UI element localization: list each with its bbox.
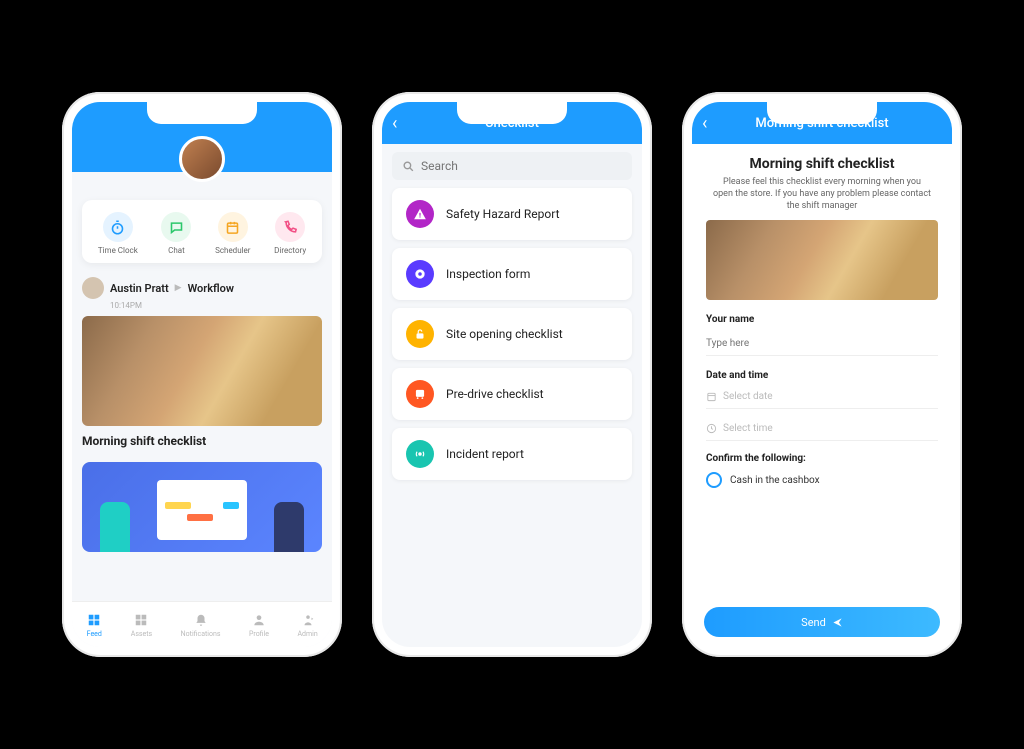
time-picker[interactable]: Select time [706, 419, 938, 441]
form-image [706, 220, 938, 300]
tab-label: Feed [86, 630, 102, 638]
search-input[interactable] [421, 159, 622, 173]
date-picker[interactable]: Select date [706, 387, 938, 409]
feed-screen: Time Clock Chat Scheduler Directory [72, 102, 332, 647]
user-icon [251, 612, 267, 628]
radio-cashbox[interactable] [706, 472, 722, 488]
post-target: Workflow [188, 282, 234, 295]
date-placeholder: Select date [723, 391, 773, 402]
confirm-label: Confirm the following: [706, 453, 938, 464]
post-author: Austin Pratt [110, 282, 169, 295]
tab-assets[interactable]: Assets [131, 612, 152, 638]
post-title: Morning shift checklist [82, 434, 322, 448]
feed-icon [86, 612, 102, 628]
notch [147, 100, 257, 124]
admin-icon [300, 612, 316, 628]
name-label: Your name [706, 314, 938, 325]
stopwatch-icon [103, 212, 133, 242]
checklist-item-incident[interactable]: Incident report [392, 428, 632, 480]
send-button[interactable]: Send [704, 607, 940, 637]
send-label: Send [801, 616, 826, 629]
post-image [82, 316, 322, 426]
form-body: Morning shift checklist Please feel this… [692, 144, 952, 647]
quick-label: Time Clock [98, 246, 138, 255]
item-label: Inspection form [446, 267, 530, 281]
notch [767, 100, 877, 124]
tab-admin[interactable]: Admin [297, 612, 317, 638]
confirm-item-label: Cash in the cashbox [730, 475, 820, 486]
quick-label: Chat [161, 246, 191, 255]
checklist-item-inspection[interactable]: Inspection form [392, 248, 632, 300]
tab-label: Assets [131, 630, 152, 638]
form-screen: ‹ Morning shift checklist Morning shift … [692, 102, 952, 647]
notch [457, 100, 567, 124]
lock-icon [406, 320, 434, 348]
quick-actions-card: Time Clock Chat Scheduler Directory [82, 200, 322, 263]
quick-chat[interactable]: Chat [161, 212, 191, 255]
illustration-person [274, 502, 304, 552]
phone-form: ‹ Morning shift checklist Morning shift … [682, 92, 962, 657]
tab-label: Notifications [181, 630, 221, 638]
bottom-tabbar: Feed Assets Notifications Profile Admin [72, 601, 332, 647]
back-button[interactable]: ‹ [702, 113, 707, 134]
warning-icon [406, 200, 434, 228]
calendar-icon [706, 391, 717, 402]
back-button[interactable]: ‹ [392, 113, 397, 134]
post-author-avatar [82, 277, 104, 299]
bus-icon [406, 380, 434, 408]
confirm-item: Cash in the cashbox [706, 472, 938, 488]
time-placeholder: Select time [723, 423, 773, 434]
tab-label: Admin [297, 630, 317, 638]
feed-illustration-card[interactable] [82, 462, 322, 552]
datetime-label: Date and time [706, 370, 938, 381]
quick-label: Scheduler [215, 246, 250, 255]
checklist-item-safety[interactable]: Safety Hazard Report [392, 188, 632, 240]
quick-directory[interactable]: Directory [274, 212, 306, 255]
form-title: Morning shift checklist [706, 156, 938, 172]
post-header: Austin Pratt ▶ Workflow [82, 277, 322, 299]
search-bar[interactable] [392, 152, 632, 180]
item-label: Incident report [446, 447, 524, 461]
search-icon [402, 160, 415, 173]
item-label: Safety Hazard Report [446, 207, 560, 221]
phone-feed: Time Clock Chat Scheduler Directory [62, 92, 342, 657]
avatar[interactable] [179, 136, 225, 182]
tab-notifications[interactable]: Notifications [181, 612, 221, 638]
quick-time-clock[interactable]: Time Clock [98, 212, 138, 255]
calendar-icon [218, 212, 248, 242]
clock-icon [706, 423, 717, 434]
phone-icon [275, 212, 305, 242]
tab-feed[interactable]: Feed [86, 612, 102, 638]
send-icon [832, 617, 843, 628]
tab-label: Profile [249, 630, 269, 638]
quick-scheduler[interactable]: Scheduler [215, 212, 250, 255]
grid-icon [133, 612, 149, 628]
bell-icon [193, 612, 209, 628]
chevron-right-icon: ▶ [175, 283, 182, 293]
item-label: Site opening checklist [446, 327, 563, 341]
eye-icon [406, 260, 434, 288]
item-label: Pre-drive checklist [446, 387, 544, 401]
tab-profile[interactable]: Profile [249, 612, 269, 638]
name-input[interactable] [706, 334, 938, 356]
feed-post[interactable]: Austin Pratt ▶ Workflow 10:14PM Morning … [82, 277, 322, 448]
post-time: 10:14PM [110, 301, 322, 310]
checklist-item-site-opening[interactable]: Site opening checklist [392, 308, 632, 360]
illustration-board [157, 480, 247, 540]
phone-checklist: ‹ Checklist Safety Hazard Report Inspect… [372, 92, 652, 657]
illustration-person [100, 502, 130, 552]
checklist-screen: ‹ Checklist Safety Hazard Report Inspect… [382, 102, 642, 647]
form-description: Please feel this checklist every morning… [712, 176, 932, 212]
broadcast-icon [406, 440, 434, 468]
checklist-item-pre-drive[interactable]: Pre-drive checklist [392, 368, 632, 420]
quick-label: Directory [274, 246, 306, 255]
chat-icon [161, 212, 191, 242]
